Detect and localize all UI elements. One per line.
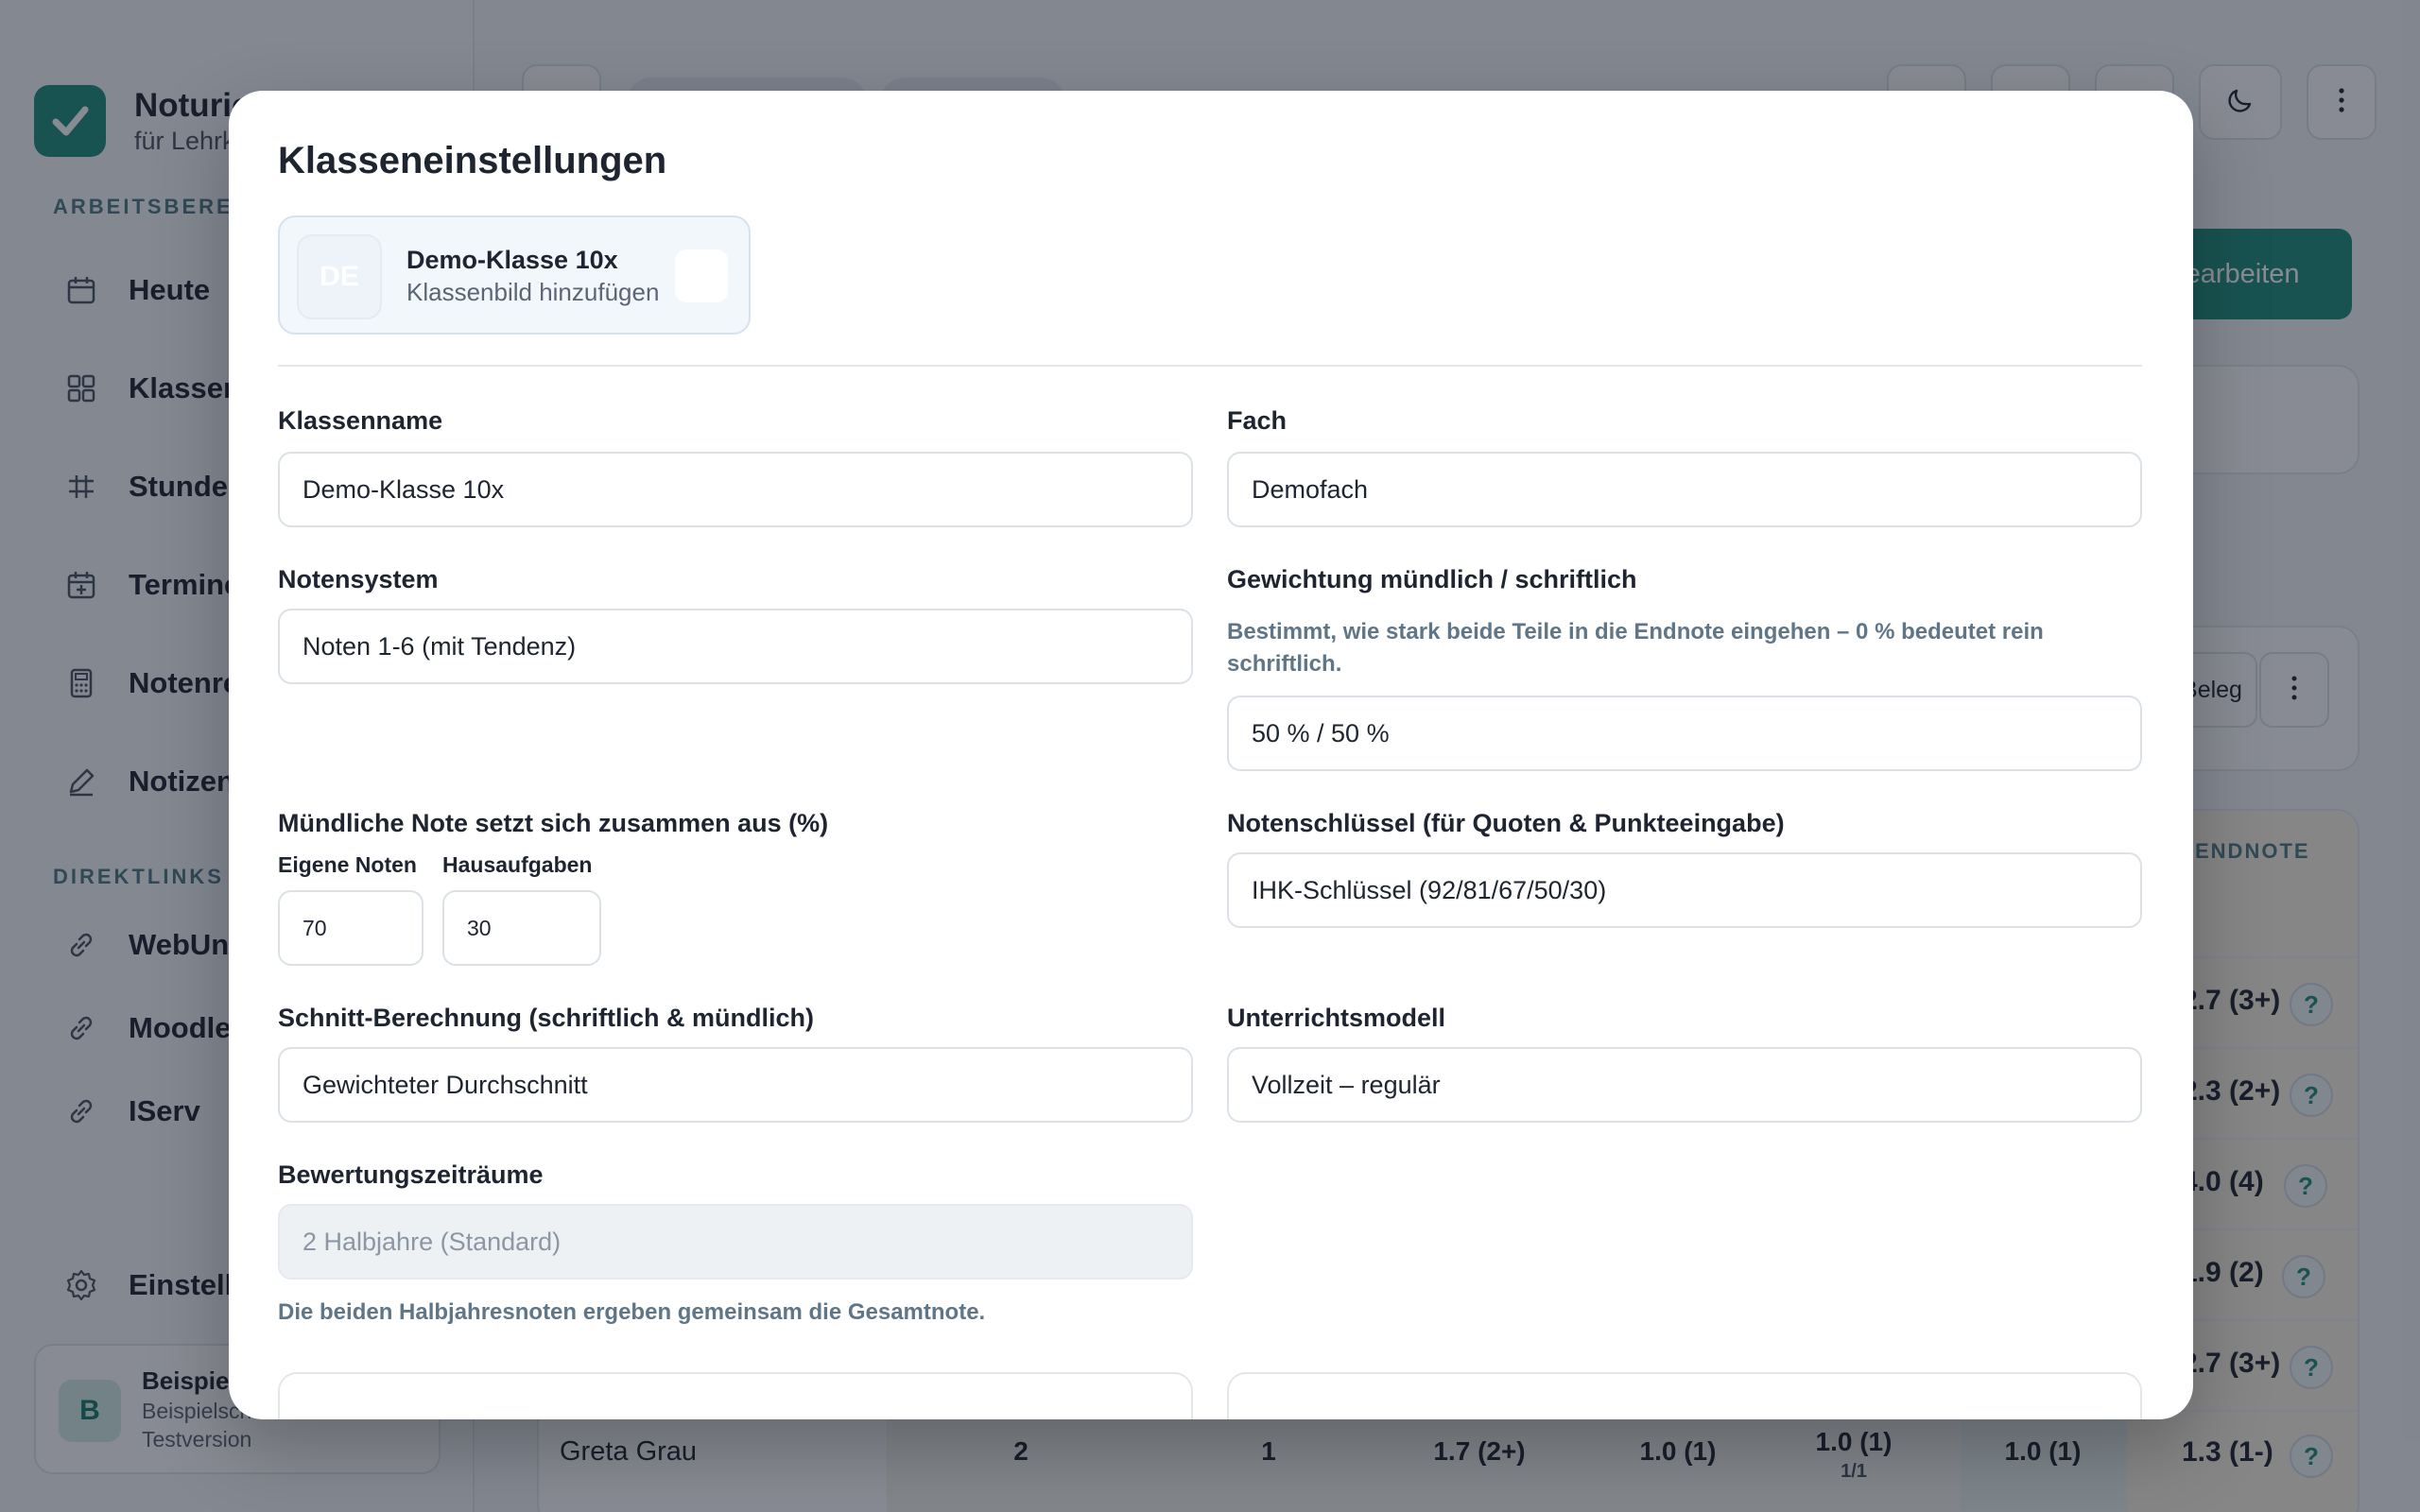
class-image-card[interactable]: DE Demo-Klasse 10x Klassenbild hinzufüge…: [278, 215, 751, 335]
section-card: [1227, 1372, 2142, 1419]
grading-system-select[interactable]: Noten 1-6 (mit Tendenz): [278, 609, 1193, 684]
own-grades-label: Eigene Noten: [278, 852, 417, 877]
oral-composition-label: Mündliche Note setzt sich zusammen aus (…: [278, 809, 829, 837]
grading-system-label: Notensystem: [278, 565, 439, 593]
grade-key-select[interactable]: IHK-Schlüssel (92/81/67/50/30): [1227, 852, 2142, 928]
weighting-hint: Bestimmt, wie stark beide Teile in die E…: [1227, 619, 2044, 677]
teaching-model-label: Unterrichtsmodell: [1227, 1004, 1446, 1032]
periods-hint: Die beiden Halbjahresnoten ergeben gemei…: [278, 1299, 986, 1325]
class-card-name: Demo-Klasse 10x: [406, 246, 618, 274]
subject-label: Fach: [1227, 406, 1288, 435]
section-card: [278, 1372, 1193, 1419]
periods-select: 2 Halbjahre (Standard): [278, 1204, 1193, 1280]
image-upload-button[interactable]: [675, 249, 728, 302]
class-avatar: DE: [297, 234, 382, 319]
homework-label: Hausaufgaben: [442, 852, 593, 877]
add-class-image-link[interactable]: Klassenbild hinzufügen: [406, 278, 659, 307]
class-settings-dialog: Klasseneinstellungen DE Demo-Klasse 10x …: [229, 91, 2193, 1419]
class-name-input[interactable]: Demo-Klasse 10x: [278, 452, 1193, 527]
teaching-model-select[interactable]: Vollzeit – regulär: [1227, 1047, 2142, 1123]
own-grades-input[interactable]: 70: [278, 890, 424, 966]
average-calc-select[interactable]: Gewichteter Durchschnitt: [278, 1047, 1193, 1123]
dialog-title: Klasseneinstellungen: [278, 140, 667, 181]
average-calc-label: Schnitt-Berechnung (schriftlich & mündli…: [278, 1004, 815, 1032]
subject-input[interactable]: Demofach: [1227, 452, 2142, 527]
weighting-select[interactable]: 50 % / 50 %: [1227, 696, 2142, 771]
grade-key-label: Notenschlüssel (für Quoten & Punkteeinga…: [1227, 809, 1785, 837]
divider: [278, 365, 2142, 367]
homework-input[interactable]: 30: [442, 890, 601, 966]
periods-label: Bewertungszeiträume: [278, 1160, 544, 1189]
weighting-label: Gewichtung mündlich / schriftlich: [1227, 565, 1637, 593]
class-name-label: Klassenname: [278, 406, 443, 435]
